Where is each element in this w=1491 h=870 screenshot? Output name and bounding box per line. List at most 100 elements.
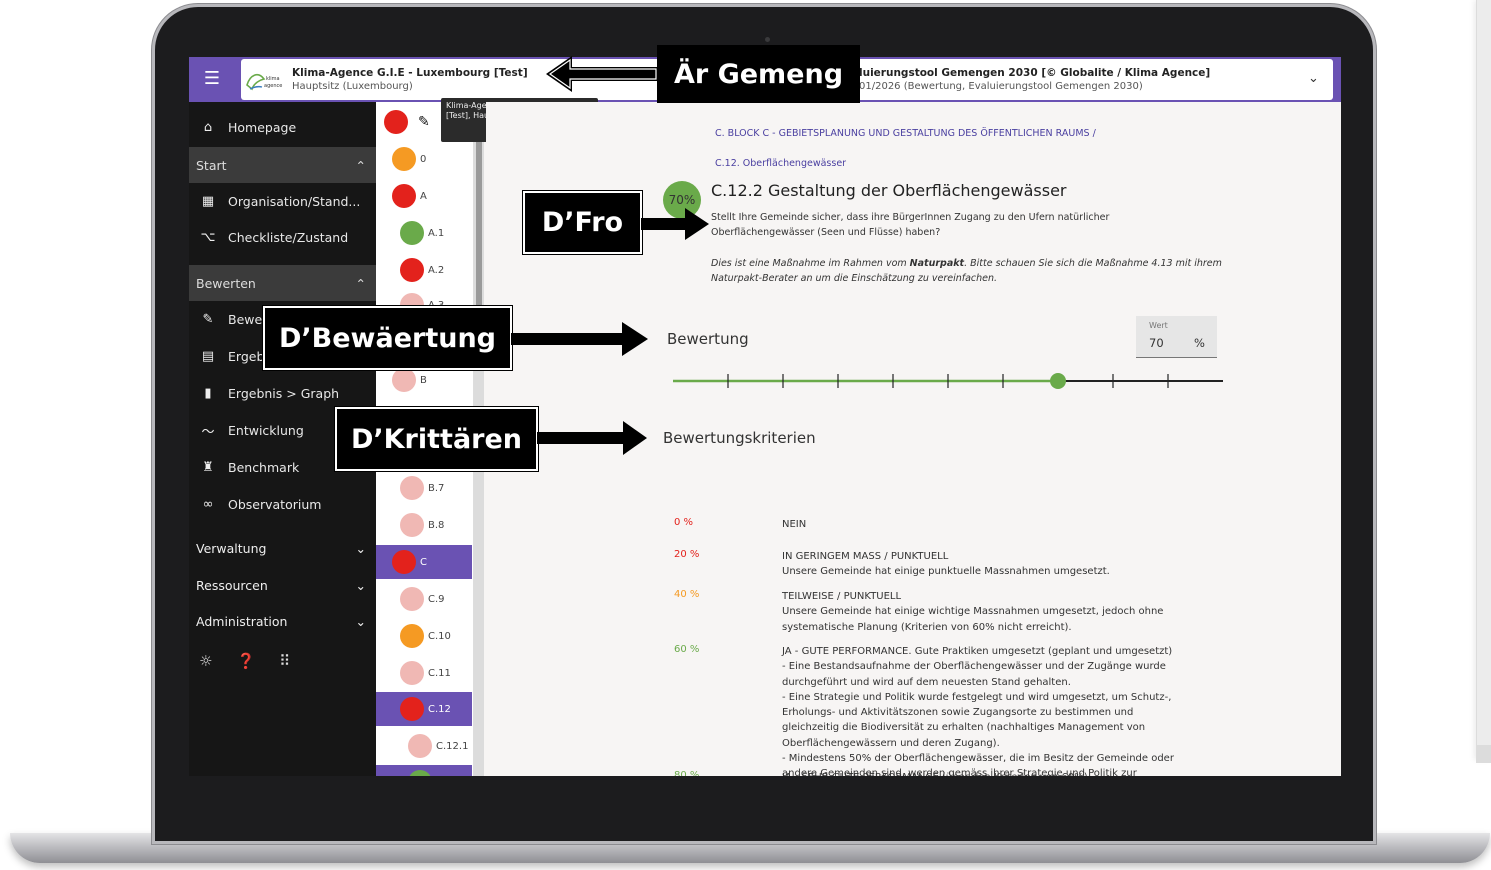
svg-text:agence: agence	[264, 83, 282, 89]
tree-node-root[interactable]: ✎	[384, 105, 430, 139]
tree-node-label: C.10	[428, 630, 451, 642]
criteria-title: IN GERINGEM MASS / PUNKTUELL	[782, 551, 949, 562]
wert-value: 70	[1149, 336, 1164, 350]
sidebar-item-label: Entwicklung	[228, 422, 304, 438]
klima-agence-logo: klima agence	[246, 73, 282, 91]
chevron-up-icon: ⌃	[355, 157, 366, 173]
sidebar-item-ergebnis-graph[interactable]: ▮ Ergebnis > Graph	[189, 375, 376, 411]
pencil-icon: ✎	[202, 311, 214, 327]
status-dot	[400, 587, 424, 611]
criteria-item[interactable]: JA - GUTE PERFORMANCE. Gute Praktiken um…	[782, 644, 1214, 776]
sidebar-item-label: Ergebnis > Graph	[228, 385, 340, 401]
tree-node-label: B	[420, 374, 427, 386]
section-label: Administration	[196, 613, 288, 629]
tree-node-label: C.11	[428, 667, 451, 679]
tree-node-c11[interactable]: C.11	[400, 656, 451, 690]
sidebar-section-ressourcen[interactable]: Ressourcen ⌄	[189, 567, 376, 603]
pencil-icon[interactable]: ✎	[418, 114, 430, 130]
tree-node-c10[interactable]: C.10	[400, 619, 451, 653]
tree-node-a[interactable]: A	[392, 179, 427, 213]
annotation-krittaren: D’Krittären	[334, 406, 539, 472]
status-dot	[400, 513, 424, 537]
sidebar-footer-icons: ☼ ❓ ⠿	[199, 652, 290, 670]
tree-node-a1[interactable]: A.1	[400, 216, 444, 250]
camera-dot	[765, 37, 770, 42]
home-icon: ⌂	[203, 119, 213, 135]
sidebar-section-administration[interactable]: Administration ⌄	[189, 603, 376, 639]
criteria-item[interactable]: TEILWEISE / PUNKTUELL Unsere Gemeinde hat…	[782, 589, 1214, 635]
section-label: Start	[196, 157, 227, 173]
status-dot	[400, 221, 424, 245]
criteria-item[interactable]: NEIN	[782, 517, 1214, 532]
chevron-up-icon: ⌃	[355, 275, 366, 291]
criteria-description: - Eine Bestandsaufnahme der Oberflächeng…	[782, 661, 1174, 776]
sidebar-section-verwaltung[interactable]: Verwaltung ⌄	[189, 530, 376, 566]
status-dot	[408, 734, 432, 758]
criteria-percent: 20 %	[674, 549, 700, 560]
evaluation-period: 01/2026 (Bewertung, Evaluierungstool Gem…	[859, 81, 1143, 92]
annotation-arrow-right	[537, 421, 647, 455]
question-title: C.12.2 Gestaltung der Oberflächengewässe…	[711, 181, 1067, 200]
tree-node-label: C.12	[428, 703, 451, 715]
sub-breadcrumb[interactable]: C.12. Oberflächengewässer	[715, 158, 846, 169]
sidebar-item-label: Homepage	[228, 119, 297, 135]
organisation-site: Hauptsitz (Luxembourg)	[292, 81, 413, 92]
chevron-down-icon: ⌄	[355, 540, 366, 556]
apps-grid-icon[interactable]: ⠿	[279, 652, 290, 670]
criteria-item[interactable]: JA - SEHR GUTE PERFORMANCE (über den Kri…	[782, 770, 1214, 776]
criteria-title: TEILWEISE / PUNKTUELL	[782, 591, 902, 602]
building-icon: ▦	[201, 193, 215, 209]
tree-node-label: C	[420, 556, 427, 568]
background-window-edge	[1476, 0, 1491, 760]
hierarchy-icon: ⌥	[200, 229, 216, 245]
tree-node-c12[interactable]: C.12	[376, 692, 472, 726]
sidebar-section-bewerten[interactable]: Bewerten ⌃	[189, 265, 376, 301]
trend-icon: 〜	[201, 424, 215, 440]
tree-node-label: A.2	[428, 264, 445, 276]
tree-node-a2[interactable]: A.2	[400, 253, 444, 287]
sidebar-item-observatorium[interactable]: ∞ Observatorium	[189, 486, 376, 522]
status-dot	[392, 184, 416, 208]
brightness-icon[interactable]: ☼	[199, 652, 212, 670]
naturpakt-link[interactable]: Naturpakt	[910, 258, 964, 269]
status-dot	[400, 476, 424, 500]
note-text: Dies ist eine Maßnahme im Rahmen vom	[711, 258, 910, 269]
wert-input[interactable]: Wert 70 %	[1136, 316, 1217, 358]
sidebar-item-homepage[interactable]: ⌂ Homepage	[189, 109, 376, 145]
tree-node-b8[interactable]: B.8	[400, 508, 444, 542]
tree-node-c9[interactable]: C.9	[400, 582, 445, 616]
tree-node-c122[interactable]	[376, 765, 472, 776]
tree-node-c121[interactable]: C.12.1	[408, 729, 468, 763]
tree-node-b7[interactable]: B.7	[400, 471, 444, 505]
criteria-percent: 80 %	[674, 770, 700, 776]
tree-node-label: A.1	[428, 227, 445, 239]
criteria-title: NEIN	[782, 519, 807, 530]
criteria-title: JA - SEHR GUTE PERFORMANCE (über den Kri…	[782, 770, 1214, 776]
slider-thumb[interactable]	[1050, 373, 1066, 389]
status-dot	[400, 697, 424, 721]
tree-node-0[interactable]: 0	[392, 142, 426, 176]
criteria-item[interactable]: IN GERINGEM MASS / PUNKTUELL Unsere Gemei…	[782, 549, 1214, 580]
annotation-gemeng: Är Gemeng	[657, 45, 860, 103]
tree-node-label: 0	[420, 153, 427, 165]
chevron-down-icon[interactable]: ⌄	[1308, 71, 1319, 86]
sidebar-section-start[interactable]: Start ⌃	[189, 147, 376, 183]
organisation-name: Klima-Agence G.I.E - Luxembourg [Test]	[292, 67, 528, 79]
bewertung-slider[interactable]	[671, 367, 1227, 397]
breadcrumb[interactable]: C. BLOCK C - GEBIETSPLANUNG UND GESTALTU…	[715, 128, 1096, 139]
sidebar-item-label: Checkliste/Zustand	[228, 229, 349, 245]
question-text: Stellt Ihre Gemeinde sicher, dass ihre B…	[711, 212, 1110, 238]
bar-chart-icon: ▮	[204, 385, 212, 401]
bewertung-heading: Bewertung	[667, 330, 749, 348]
wert-unit: %	[1194, 336, 1205, 350]
trophy-icon: ♜	[202, 459, 214, 475]
sidebar-item-checkliste[interactable]: ⌥ Checkliste/Zustand	[189, 219, 376, 255]
annotation-arrow-right	[511, 322, 648, 356]
help-icon[interactable]: ❓	[236, 652, 255, 670]
hamburger-menu-icon[interactable]: ☰	[200, 69, 224, 91]
status-dot	[392, 368, 416, 392]
sidebar-item-organisation[interactable]: ▦ Organisation/Stand...	[189, 183, 376, 219]
tree-node-c[interactable]: C	[376, 545, 472, 579]
annotation-fro: D’Fro	[522, 190, 643, 255]
criteria-description: Unsere Gemeinde hat einige punktuelle Ma…	[782, 566, 1110, 578]
